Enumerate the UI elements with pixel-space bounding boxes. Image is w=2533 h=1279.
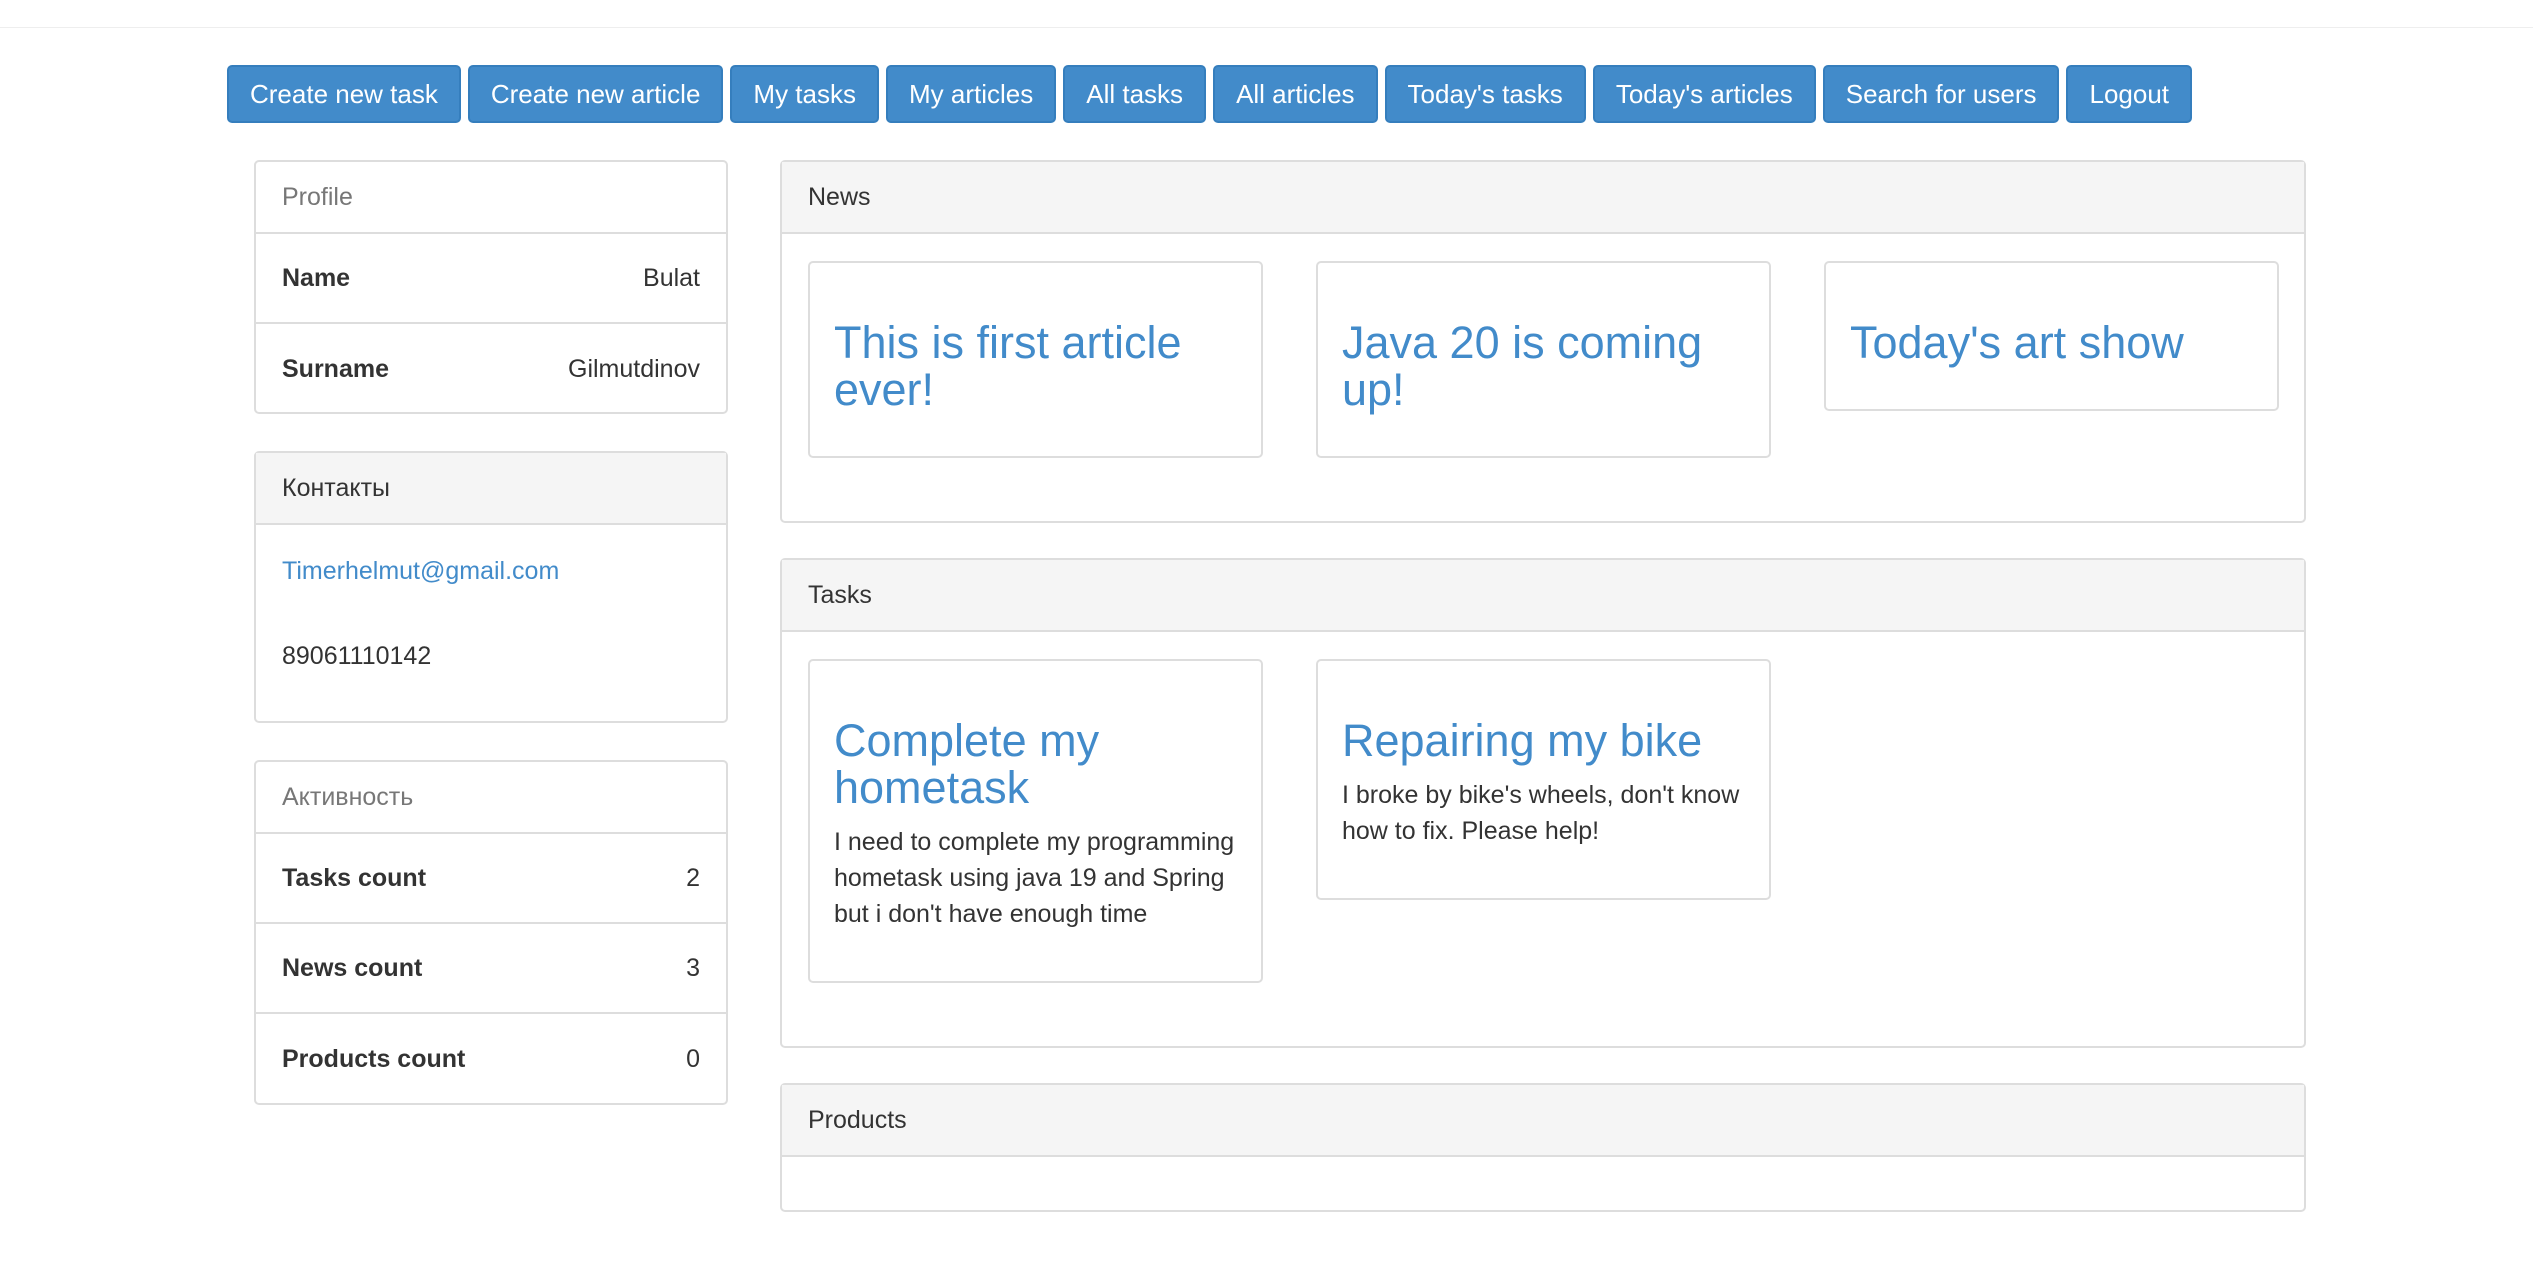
profile-panel: Profile Name Bulat Surname Gilmutdinov [254, 160, 728, 414]
news-count-label: News count [282, 953, 423, 982]
news-card-title[interactable]: This is first article ever! [834, 319, 1237, 413]
tasks-count-row: Tasks count 2 [256, 834, 726, 924]
create-new-article-button[interactable]: Create new article [467, 65, 724, 123]
tasks-count-value: 2 [686, 863, 700, 892]
contacts-heading: Контакты [256, 453, 726, 525]
contacts-panel: Контакты Timerhelmut@gmail.com 890611101… [254, 451, 728, 723]
profile-heading: Profile [256, 162, 726, 234]
todays-tasks-button[interactable]: Today's tasks [1384, 65, 1586, 123]
news-count-value: 3 [686, 953, 700, 982]
news-card[interactable]: Today's art show [1824, 261, 2279, 411]
products-panel: Products [780, 1083, 2306, 1212]
task-card[interactable]: Complete my hometask I need to complete … [808, 659, 1263, 983]
action-navbar: Create new task Create new article My ta… [227, 65, 2199, 123]
email-link[interactable]: Timerhelmut@gmail.com [282, 557, 700, 586]
my-articles-button[interactable]: My articles [886, 65, 1057, 123]
todays-articles-button[interactable]: Today's articles [1592, 65, 1816, 123]
tasks-count-label: Tasks count [282, 863, 427, 892]
task-card[interactable]: Repairing my bike I broke by bike's whee… [1316, 659, 1771, 900]
products-count-value: 0 [686, 1044, 700, 1073]
task-card-description: I broke by bike's wheels, don't know how… [1342, 781, 1740, 845]
task-card-title[interactable]: Repairing my bike [1342, 717, 1745, 764]
news-card-title[interactable]: Java 20 is coming up! [1342, 319, 1745, 413]
news-card[interactable]: This is first article ever! [808, 261, 1263, 458]
tasks-heading: Tasks [782, 560, 2304, 632]
news-heading: News [782, 162, 2304, 234]
phone-number: 89061110142 [282, 642, 432, 670]
top-bar [0, 0, 2533, 28]
activity-heading: Активность [256, 762, 726, 834]
activity-panel: Активность Tasks count 2 News count 3 Pr… [254, 760, 728, 1105]
news-card-title[interactable]: Today's art show [1850, 319, 2253, 366]
profile-surname-row: Surname Gilmutdinov [256, 324, 726, 414]
create-new-task-button[interactable]: Create new task [227, 65, 461, 123]
logout-button[interactable]: Logout [2066, 65, 2193, 123]
surname-label: Surname [282, 354, 389, 383]
all-articles-button[interactable]: All articles [1213, 65, 1378, 123]
products-count-label: Products count [282, 1044, 466, 1073]
task-card-description: I need to complete my programming hometa… [834, 828, 1235, 928]
news-card[interactable]: Java 20 is coming up! [1316, 261, 1771, 458]
products-count-row: Products count 0 [256, 1014, 726, 1104]
task-card-title[interactable]: Complete my hometask [834, 717, 1237, 811]
name-value: Bulat [643, 263, 700, 292]
name-label: Name [282, 263, 351, 292]
surname-value: Gilmutdinov [568, 354, 700, 383]
profile-name-row: Name Bulat [256, 234, 726, 324]
all-tasks-button[interactable]: All tasks [1063, 65, 1207, 123]
products-heading: Products [782, 1085, 2304, 1157]
search-users-button[interactable]: Search for users [1822, 65, 2060, 123]
news-count-row: News count 3 [256, 924, 726, 1014]
my-tasks-button[interactable]: My tasks [730, 65, 879, 123]
